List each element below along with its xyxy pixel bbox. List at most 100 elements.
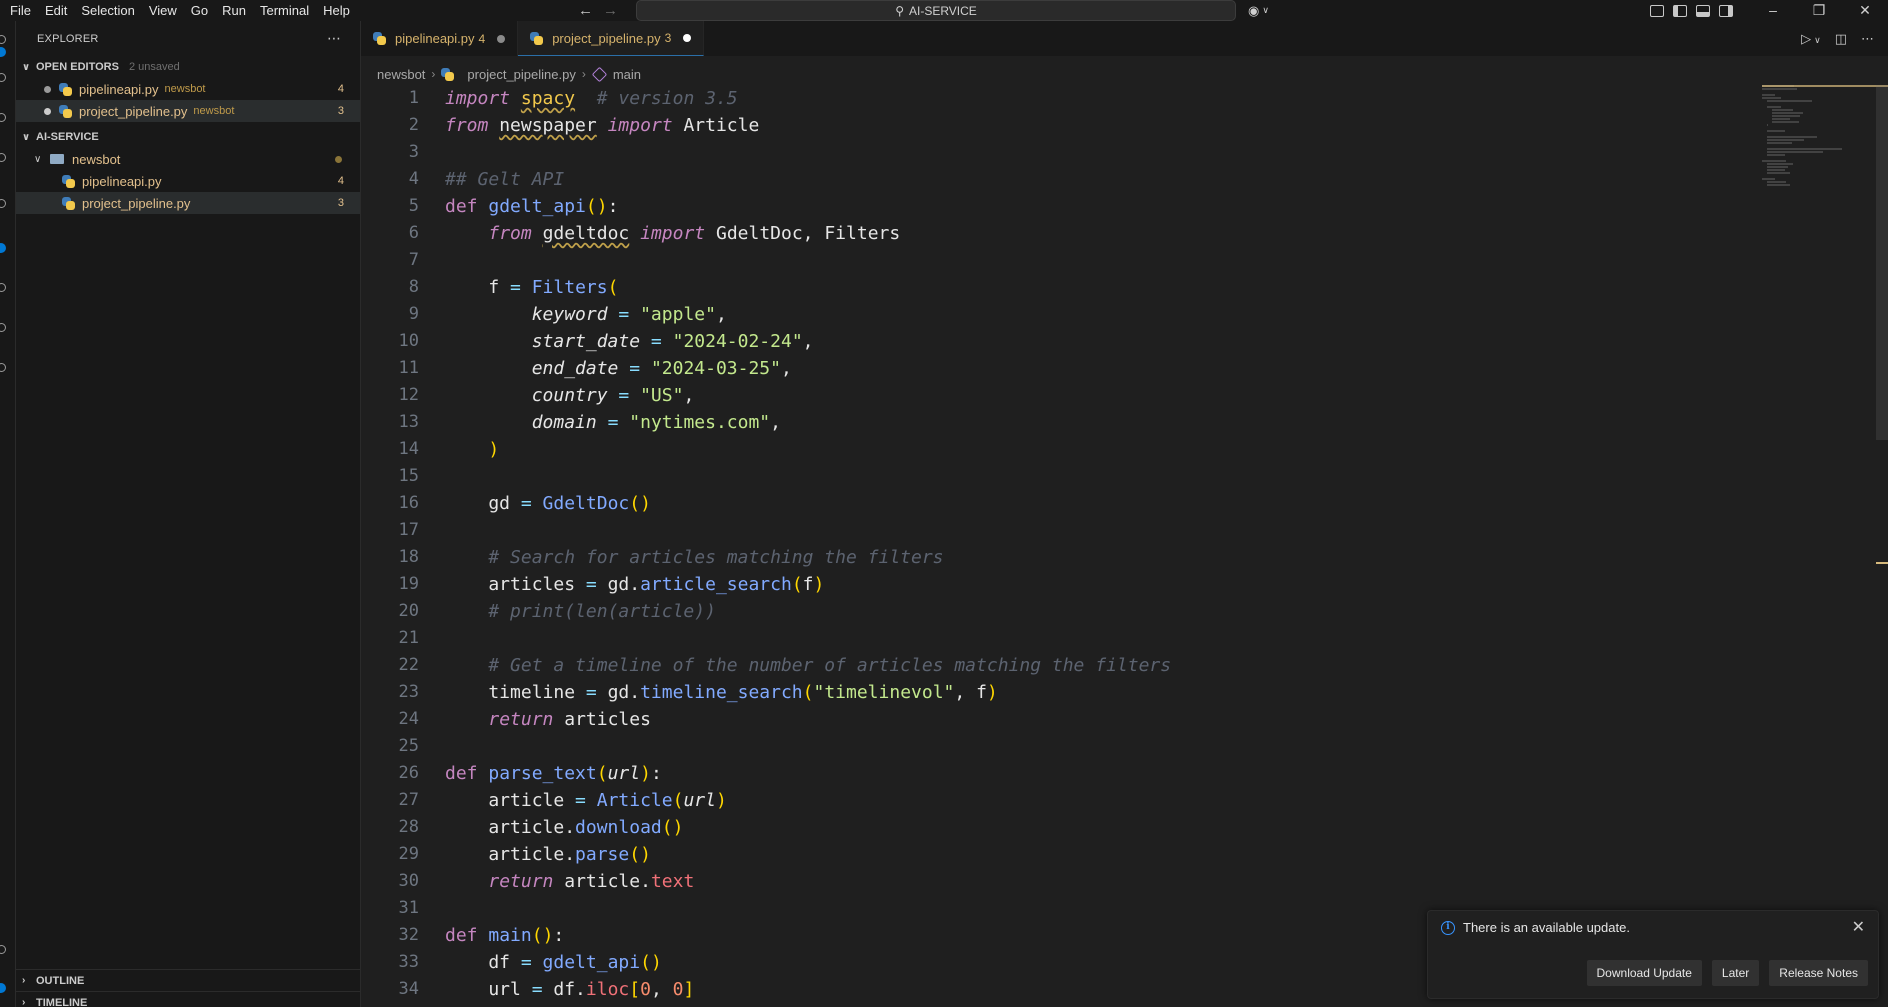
line-number: 8	[408, 277, 419, 297]
vertical-scrollbar[interactable]	[1876, 85, 1888, 440]
code-line[interactable]: 1 import spacy # version 3.5	[361, 85, 1761, 112]
code-line[interactable]: 7	[361, 247, 1761, 274]
workspace-section[interactable]: ∨ AI-SERVICE	[16, 126, 360, 148]
code-line[interactable]: 16 gd = GdeltDoc()	[361, 490, 1761, 517]
code-line[interactable]: 27 article = Article(url)	[361, 787, 1761, 814]
code-text: def main():	[445, 925, 565, 946]
tab-project-pipeline[interactable]: project_pipeline.py 3	[518, 21, 705, 56]
release-notes-button[interactable]: Release Notes	[1769, 960, 1868, 986]
unsaved-dot-icon[interactable]	[497, 34, 506, 43]
code-line[interactable]: 13 domain = "nytimes.com",	[361, 409, 1761, 436]
code-line[interactable]: 10 start_date = "2024-02-24",	[361, 328, 1761, 355]
remote-activity-icon[interactable]	[0, 323, 6, 332]
run-debug-activity-icon[interactable]	[0, 153, 6, 162]
code-line[interactable]: 12 country = "US",	[361, 382, 1761, 409]
toggle-primary-sidebar-icon[interactable]	[1673, 4, 1687, 17]
menu-file[interactable]: File	[0, 0, 38, 21]
code-line[interactable]: 20 # print(len(article))	[361, 598, 1761, 625]
code-line[interactable]: 23 timeline = gd.timeline_search("timeli…	[361, 679, 1761, 706]
more-actions-icon[interactable]: ⋯	[1861, 31, 1874, 47]
code-editor[interactable]: 1 import spacy # version 3.5 2 from newspap…	[361, 85, 1761, 1007]
accounts-activity-icon[interactable]	[0, 945, 6, 954]
problem-count: 3	[337, 197, 344, 209]
close-icon[interactable]: ✕	[1852, 917, 1865, 937]
menu-go[interactable]: Go	[184, 0, 215, 21]
code-line[interactable]: 11 end_date = "2024-03-25",	[361, 355, 1761, 382]
split-editor-icon[interactable]: ◫	[1835, 31, 1847, 47]
toggle-panel-icon[interactable]	[1696, 4, 1710, 17]
line-number: 9	[408, 304, 419, 324]
code-line[interactable]: 22 # Get a timeline of the number of art…	[361, 652, 1761, 679]
open-editor-item[interactable]: pipelineapi.py newsbot 4	[16, 78, 360, 100]
code-line[interactable]: 17	[361, 517, 1761, 544]
toggle-secondary-sidebar-icon[interactable]	[1719, 4, 1733, 17]
menu-terminal[interactable]: Terminal	[253, 0, 316, 21]
code-line[interactable]: 21	[361, 625, 1761, 652]
minimap-line	[1771, 109, 1794, 111]
back-arrow-icon[interactable]: ←	[578, 2, 593, 19]
open-editor-item[interactable]: project_pipeline.py newsbot 3	[16, 100, 360, 122]
code-line[interactable]: 3	[361, 139, 1761, 166]
minimap-line	[1766, 148, 1843, 150]
close-window-icon[interactable]: ✕	[1842, 0, 1888, 21]
search-activity-icon[interactable]	[0, 73, 6, 82]
minimize-icon[interactable]: –	[1750, 0, 1796, 21]
menu-selection[interactable]: Selection	[74, 0, 141, 21]
unsaved-dot-icon[interactable]	[44, 107, 51, 115]
code-line[interactable]: 9 keyword = "apple",	[361, 301, 1761, 328]
code-line[interactable]: 24 return articles	[361, 706, 1761, 733]
explorer-activity-icon[interactable]	[0, 35, 6, 44]
code-line[interactable]: 28 article.download()	[361, 814, 1761, 841]
outline-section[interactable]: › OUTLINE	[16, 969, 360, 991]
code-line[interactable]: 18 # Search for articles matching the fi…	[361, 544, 1761, 571]
code-line[interactable]: 26 def parse_text(url):	[361, 760, 1761, 787]
chevron-down-icon: ∨	[34, 153, 42, 165]
copilot-menu[interactable]: ◉ ∨	[1248, 0, 1269, 21]
minimap[interactable]	[1762, 85, 1872, 205]
menu-view[interactable]: View	[142, 0, 184, 21]
code-line[interactable]: 4 ## Gelt API	[361, 166, 1761, 193]
later-button[interactable]: Later	[1711, 960, 1760, 986]
open-editor-filename: pipelineapi.py	[79, 81, 159, 97]
testing-activity-icon[interactable]	[0, 283, 6, 292]
code-line[interactable]: 19 articles = gd.article_search(f)	[361, 571, 1761, 598]
code-line[interactable]: 14 )	[361, 436, 1761, 463]
menu-edit[interactable]: Edit	[38, 0, 74, 21]
code-line[interactable]: 6 from gdeltdoc import GdeltDoc, Filters	[361, 220, 1761, 247]
code-line[interactable]: 25	[361, 733, 1761, 760]
code-line[interactable]: 29 article.parse()	[361, 841, 1761, 868]
activity-bar	[0, 21, 16, 1007]
tab-pipelineapi[interactable]: pipelineapi.py 4	[361, 21, 519, 56]
file-item[interactable]: project_pipeline.py 3	[16, 192, 360, 214]
docker-activity-icon[interactable]	[0, 363, 6, 372]
unsaved-dot-icon[interactable]	[683, 34, 692, 42]
open-editors-section[interactable]: ∨ OPEN EDITORS 2 unsaved	[16, 56, 360, 78]
chevron-right-icon: ›	[431, 67, 436, 81]
breadcrumb-folder[interactable]: newsbot	[377, 67, 425, 82]
folder-item-newsbot[interactable]: ∨ newsbot	[16, 148, 360, 170]
code-line[interactable]: 15	[361, 463, 1761, 490]
code-text: start_date = "2024-02-24",	[531, 331, 814, 352]
code-line[interactable]: 2 from newspaper import Article	[361, 112, 1761, 139]
code-line[interactable]: 8 f = Filters(	[361, 274, 1761, 301]
breadcrumb-symbol[interactable]: main	[613, 67, 641, 82]
restore-icon[interactable]: ❐	[1796, 0, 1842, 21]
more-actions-icon[interactable]: ⋯	[327, 30, 342, 47]
notification-message-row: i There is an available update.	[1441, 920, 1630, 935]
code-line[interactable]: 5 def gdelt_api():	[361, 193, 1761, 220]
unsaved-dot-icon[interactable]	[44, 85, 51, 93]
tab-problem-count: 4	[478, 31, 486, 46]
run-icon[interactable]: ▷ ∨	[1801, 31, 1821, 47]
menu-run[interactable]: Run	[215, 0, 253, 21]
breadcrumb-file[interactable]: project_pipeline.py	[467, 67, 575, 82]
forward-arrow-icon[interactable]: →	[603, 2, 618, 19]
command-center[interactable]: ⚲ AI-SERVICE	[636, 0, 1236, 21]
extensions-activity-icon[interactable]	[0, 199, 6, 208]
file-item[interactable]: pipelineapi.py 4	[16, 170, 360, 192]
timeline-section[interactable]: › TIMELINE	[16, 991, 360, 1007]
customize-layout-icon[interactable]	[1650, 4, 1664, 17]
code-line[interactable]: 30 return article.text	[361, 868, 1761, 895]
menu-help[interactable]: Help	[316, 0, 357, 21]
download-update-button[interactable]: Download Update	[1586, 960, 1702, 986]
source-control-activity-icon[interactable]	[0, 113, 6, 122]
